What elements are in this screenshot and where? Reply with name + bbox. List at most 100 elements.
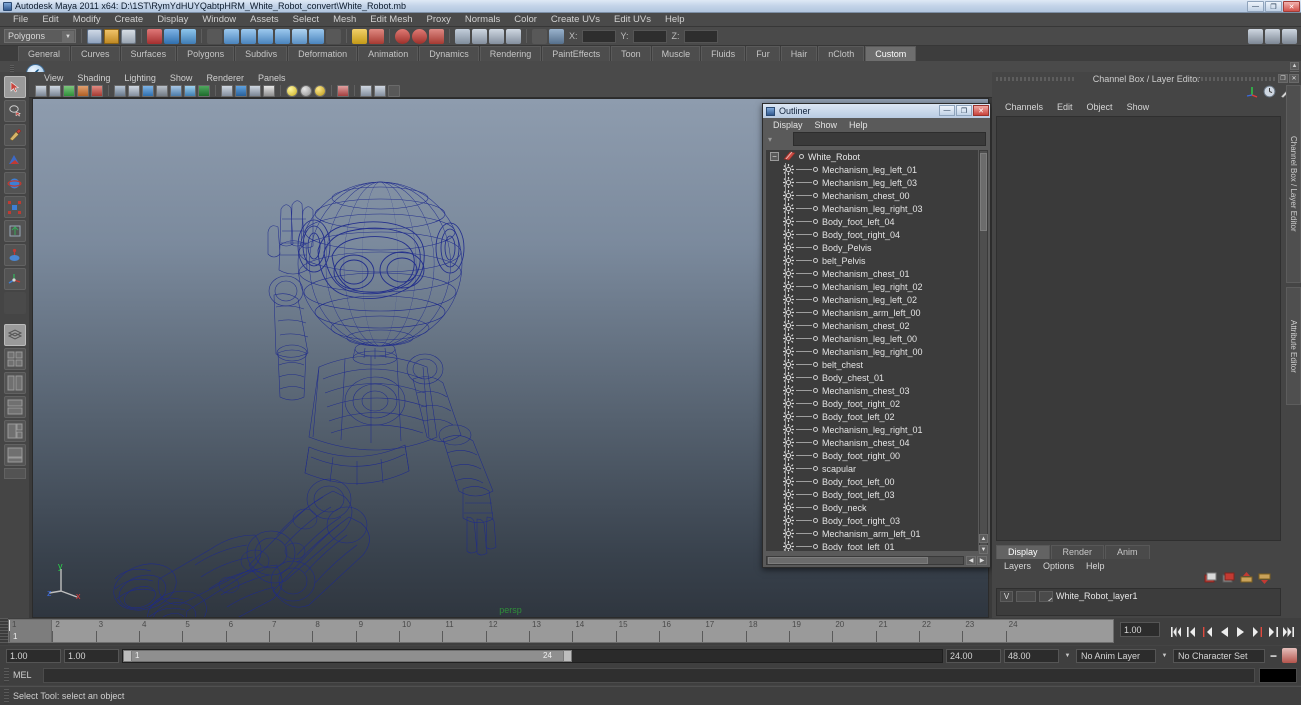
channel-box-menu-object[interactable]: Object: [1080, 102, 1120, 112]
current-time-field[interactable]: 1.00: [1120, 622, 1160, 637]
isolate-select-icon[interactable]: [337, 84, 349, 97]
paint-selection-tool-button[interactable]: [3, 124, 26, 146]
outliner-scroll-left-icon[interactable]: ◀: [966, 556, 976, 565]
open-scene-icon[interactable]: [104, 28, 119, 44]
step-forward-frame-button[interactable]: [1250, 624, 1263, 639]
move-layer-up-icon[interactable]: [1240, 571, 1253, 587]
side-tab-channel-box[interactable]: Channel Box / Layer Editor: [1286, 85, 1301, 283]
menu-item-color[interactable]: Color: [507, 13, 544, 27]
layer-tab-render[interactable]: Render: [1050, 545, 1105, 559]
lasso-tool-button[interactable]: [3, 100, 26, 122]
outliner-maximize-button[interactable]: ❐: [956, 105, 972, 116]
menu-item-edit[interactable]: Edit: [35, 13, 65, 27]
smooth-shade-all-icon[interactable]: [235, 84, 247, 97]
shelf-tab-rendering[interactable]: Rendering: [479, 46, 542, 61]
two-d-pan-zoom-icon[interactable]: [91, 84, 103, 97]
quick-layout-hypergraph-button[interactable]: [3, 396, 26, 418]
menu-item-proxy[interactable]: Proxy: [420, 13, 458, 27]
quick-layout-four-view-button[interactable]: [3, 348, 26, 370]
step-back-frame-button[interactable]: [1202, 624, 1215, 639]
outliner-vertical-scroll-thumb[interactable]: [980, 153, 987, 231]
snap-curve-icon[interactable]: [395, 28, 410, 44]
channel-box-menu-channels[interactable]: Channels: [998, 102, 1050, 112]
layer-menu-layers[interactable]: Layers: [998, 561, 1037, 571]
outliner-tree[interactable]: − White_Robot Mechanism_leg_left_01 Mechani…: [766, 150, 978, 551]
channel-box-menu-show[interactable]: Show: [1120, 102, 1157, 112]
outliner-node-row[interactable]: Mechanism_arm_left_01: [766, 527, 978, 540]
command-language-label[interactable]: MEL: [13, 670, 39, 680]
menu-item-file[interactable]: File: [6, 13, 35, 27]
move-layer-down-icon[interactable]: [1258, 572, 1271, 587]
command-line-grip[interactable]: [4, 667, 9, 683]
layer-name-label[interactable]: White_Robot_layer1: [1056, 591, 1138, 601]
image-plane-icon[interactable]: [77, 84, 89, 97]
step-forward-keyframe-button[interactable]: [1266, 624, 1279, 639]
select-by-component-icon[interactable]: [181, 28, 196, 44]
layer-visibility-toggle[interactable]: V: [1000, 590, 1013, 602]
outliner-node-row[interactable]: Mechanism_leg_right_00: [766, 345, 978, 358]
outliner-vertical-scrollbar[interactable]: [979, 150, 988, 551]
end-time-field[interactable]: 48.00: [1004, 648, 1059, 663]
play-backwards-button[interactable]: [1218, 624, 1231, 639]
select-by-object-icon[interactable]: [164, 28, 179, 44]
time-slider-track[interactable]: 1 1 2 3 4 5 6 7 8 9 10 11 12 13 14 15 16 17 18 19 20 21 22 23 2…: [8, 619, 1114, 643]
input-field-mode-icon[interactable]: [549, 28, 564, 44]
soft-modification-tool-button[interactable]: [3, 244, 26, 266]
outliner-close-button[interactable]: ✕: [973, 105, 989, 116]
anim-layer-chevron-down-icon[interactable]: ▼: [1159, 649, 1170, 663]
render-current-frame-icon[interactable]: [472, 28, 487, 44]
grid-toggle-icon[interactable]: [114, 84, 126, 97]
close-button[interactable]: ✕: [1283, 1, 1300, 12]
lines-mask-icon[interactable]: [241, 28, 256, 44]
outliner-node-row[interactable]: Body_neck: [766, 501, 978, 514]
menu-item-edit-uvs[interactable]: Edit UVs: [607, 13, 658, 27]
shelf-tab-curves[interactable]: Curves: [71, 46, 120, 61]
menu-item-modify[interactable]: Modify: [66, 13, 108, 27]
viewport-menu-renderer[interactable]: Renderer: [199, 73, 251, 83]
viewport-menu-lighting[interactable]: Lighting: [117, 73, 163, 83]
layer-menu-help[interactable]: Help: [1080, 561, 1111, 571]
lock-icon[interactable]: [352, 28, 367, 44]
shelf-tab-dynamics[interactable]: Dynamics: [419, 46, 479, 61]
create-layer-from-selected-icon[interactable]: [1222, 572, 1235, 587]
universal-manipulator-button[interactable]: [3, 220, 26, 242]
select-camera-icon[interactable]: [35, 84, 47, 97]
menu-set-selector[interactable]: Polygons ▼: [4, 29, 76, 43]
outliner-node-row[interactable]: belt_Pelvis: [766, 254, 978, 267]
outliner-menu-help[interactable]: Help: [843, 120, 874, 130]
range-slider-right-handle[interactable]: [563, 649, 572, 662]
camera-attributes-icon[interactable]: [49, 84, 61, 97]
shelf-tab-surfaces[interactable]: Surfaces: [120, 46, 177, 61]
layer-tab-anim[interactable]: Anim: [1105, 545, 1150, 559]
hardware-texturing-icon[interactable]: [263, 84, 275, 97]
outliner-root-row[interactable]: − White_Robot: [766, 150, 978, 163]
outliner-node-row[interactable]: Body_foot_right_00: [766, 449, 978, 462]
time-slider-grip[interactable]: [0, 618, 8, 645]
hulls-mask-icon[interactable]: [292, 28, 307, 44]
outliner-node-row[interactable]: Body_foot_left_03: [766, 488, 978, 501]
shelf-tab-painteffects[interactable]: PaintEffects: [542, 46, 611, 61]
single-view-icon[interactable]: [360, 84, 372, 97]
range-slider-left-handle[interactable]: [123, 649, 132, 662]
range-slider-fill[interactable]: [125, 649, 570, 662]
viewport-menu-shading[interactable]: Shading: [70, 73, 117, 83]
resolution-gate-icon[interactable]: [142, 84, 154, 97]
new-scene-icon[interactable]: [87, 28, 102, 44]
shelf-tab-ncloth[interactable]: nCloth: [818, 46, 865, 61]
ipr-render-icon[interactable]: [489, 28, 504, 44]
texture-toggle-icon[interactable]: [198, 84, 210, 97]
outliner-node-row[interactable]: Mechanism_leg_left_00: [766, 332, 978, 345]
shelf-tab-muscle[interactable]: Muscle: [651, 46, 701, 61]
menu-item-create[interactable]: Create: [108, 13, 151, 27]
outliner-node-row[interactable]: Body_foot_left_01: [766, 540, 978, 551]
channel-box-menu-edit[interactable]: Edit: [1050, 102, 1080, 112]
outliner-node-row[interactable]: Body_Pelvis: [766, 241, 978, 254]
snap-grid-icon[interactable]: [369, 28, 384, 44]
layer-menu-options[interactable]: Options: [1037, 561, 1080, 571]
shelf-tab-fur[interactable]: Fur: [746, 46, 780, 61]
quick-layout-extra-1-button[interactable]: [3, 420, 26, 442]
quick-layout-single-perspective-button[interactable]: [3, 324, 26, 346]
outliner-node-row[interactable]: Mechanism_chest_02: [766, 319, 978, 332]
help-line-grip[interactable]: [4, 688, 9, 704]
outliner-node-row[interactable]: Mechanism_leg_left_02: [766, 293, 978, 306]
